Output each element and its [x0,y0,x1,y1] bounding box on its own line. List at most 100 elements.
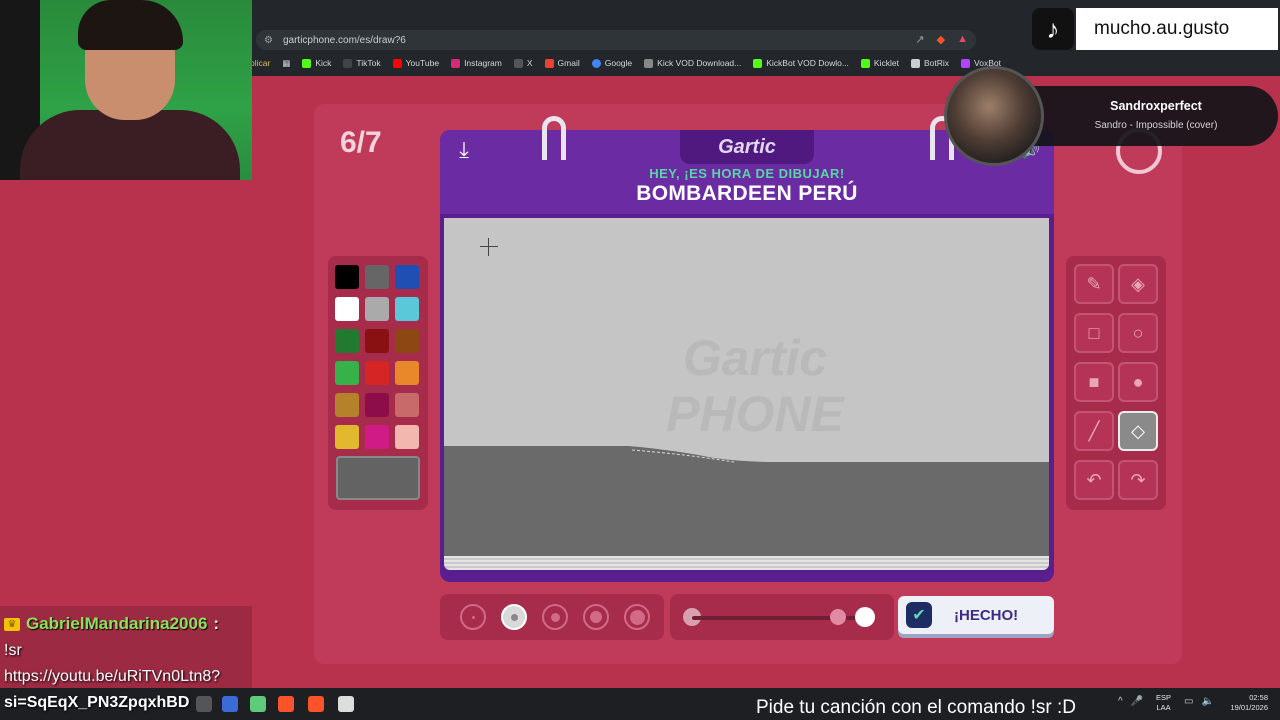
color-swatch[interactable] [395,297,419,321]
eraser-icon: ◈ [1131,273,1145,294]
brave-shield-icon[interactable]: ◆ [937,33,945,46]
volume-icon[interactable]: 🔈 [1201,696,1213,707]
circle-outline-tool-button[interactable]: ○ [1118,313,1158,353]
system-tray: ^ 🎤 [1118,696,1143,707]
bookmark-youtube[interactable]: YouTube [392,58,439,68]
bookmark-kick-vod[interactable]: Kick VOD Download... [644,58,741,68]
taskbar-app-icon[interactable] [222,696,238,712]
url-text[interactable]: garticphone.com/es/draw?6 [283,35,406,46]
kickbot-icon [753,58,763,68]
bookmark-google[interactable]: Google [591,58,632,68]
tiktok-icon [343,58,353,68]
color-swatch[interactable] [395,393,419,417]
brush-size-1[interactable] [460,604,486,630]
now-playing-song: Sandro - Impossible (cover) [1094,120,1218,131]
eraser-tool-button[interactable]: ◈ [1118,264,1158,304]
brush-size-3[interactable] [542,604,568,630]
color-swatch[interactable] [395,361,419,385]
webcam-person-shirt [20,110,240,180]
color-swatch[interactable] [365,329,389,353]
bookmark-kicklet[interactable]: Kicklet [860,58,899,68]
clock-time: 02:58 [1249,693,1268,702]
brush-size-5[interactable] [624,604,650,630]
now-playing-card [1030,86,1278,146]
opacity-slider-handle[interactable] [830,609,846,625]
clock[interactable]: 02:58 19/01/2026 [1222,693,1268,713]
color-swatch[interactable] [395,425,419,449]
fill-bucket-icon: ◇ [1131,420,1145,441]
rectangle-filled-tool-button[interactable]: ■ [1074,362,1114,402]
round-counter: 6/7 [340,126,382,159]
color-swatch[interactable] [335,297,359,321]
brave-browser-icon[interactable] [308,696,324,712]
bookmark-gmail[interactable]: Gmail [544,58,580,68]
brush-dot-icon [590,611,602,623]
notebook-ring-left [542,116,566,160]
address-bar[interactable]: ⚙ garticphone.com/es/draw?6 ↗ ◆ ▲ [256,30,976,50]
chevron-up-icon[interactable]: ^ [1118,696,1123,707]
microphone-icon[interactable]: 🎤 [1131,696,1143,707]
taskbar-app-icon[interactable] [250,696,266,712]
system-tray-icons: ▭ 🔈 [1184,696,1214,707]
color-swatch[interactable] [335,393,359,417]
circle-filled-tool-button[interactable]: ● [1118,362,1158,402]
windows-taskbar [0,688,1280,720]
circle-filled-icon: ● [1132,371,1144,392]
apps-grid-icon[interactable]: ▦ [282,58,290,69]
color-swatch[interactable] [365,265,389,289]
bookmark-kickbot-vod[interactable]: KickBot VOD Dowlo... [753,58,849,68]
circle-outline-icon: ○ [1132,322,1144,343]
brush-dot-icon [550,612,560,622]
brave-rewards-icon[interactable]: ▲ [957,33,968,46]
brush-size-2[interactable] [501,604,527,630]
language-layout: LAA [1156,703,1171,712]
color-swatch[interactable] [395,265,419,289]
chat-username: GabrielMandarina2006 [26,614,208,633]
color-swatch[interactable] [365,425,389,449]
pencil-tool-button[interactable]: ✎ [1074,264,1114,304]
network-icon[interactable]: ▭ [1184,696,1193,707]
webcam-person-hair [78,0,183,50]
color-swatch[interactable] [365,297,389,321]
gartic-logo: Gartic [680,130,814,164]
color-swatch[interactable] [365,393,389,417]
done-button-label: ¡HECHO! [954,606,1019,624]
file-icon[interactable] [338,696,354,712]
color-swatch[interactable] [395,329,419,353]
bookmark-apps-partial[interactable]: olicar [250,58,270,68]
chat-message-header: ♛ GabrielMandarina2006 : [4,614,219,634]
color-swatch[interactable] [335,425,359,449]
now-playing-requester: Sandroxperfect [1110,99,1202,113]
color-swatch[interactable] [335,265,359,289]
bookmark-kick[interactable]: Kick [302,58,331,68]
current-color-swatch[interactable] [336,456,420,500]
download-icon[interactable]: ⤓ [450,136,478,164]
chat-colon: : [213,614,220,633]
brush-size-4[interactable] [583,604,609,630]
bookmark-tiktok[interactable]: TikTok [343,58,381,68]
color-swatch[interactable] [335,361,359,385]
brush-dot-icon [629,609,645,625]
bookmark-botrix[interactable]: BotRix [910,58,949,68]
bookmark-x[interactable]: X [513,58,533,68]
language-code: ESP [1156,693,1172,702]
rectangle-outline-tool-button[interactable]: □ [1074,313,1114,353]
share-icon[interactable]: ↗ [915,33,924,46]
bookmark-instagram[interactable]: Instagram [451,58,502,68]
color-swatch[interactable] [335,329,359,353]
redo-button[interactable]: ↷ [1118,460,1158,500]
prompt-subtitle: HEY, ¡ES HORA DE DIBUJAR! [649,166,845,181]
color-swatch[interactable] [365,361,389,385]
taskbar-app-icon[interactable] [196,696,212,712]
brave-browser-icon[interactable] [278,696,294,712]
done-button[interactable]: ✔ ¡HECHO! [898,596,1054,634]
x-icon [513,58,523,68]
tiktok-handle: mucho.au.gusto [1076,8,1278,50]
site-settings-icon[interactable]: ⚙ [264,35,273,46]
google-icon [591,58,601,68]
input-language[interactable]: ESP LAA [1156,693,1171,713]
line-tool-button[interactable]: ╱ [1074,411,1114,451]
song-request-ticker: Pide tu canción con el comando !sr :D [756,697,1077,718]
fill-bucket-tool-button[interactable]: ◇ [1118,411,1158,451]
undo-button[interactable]: ↶ [1074,460,1114,500]
